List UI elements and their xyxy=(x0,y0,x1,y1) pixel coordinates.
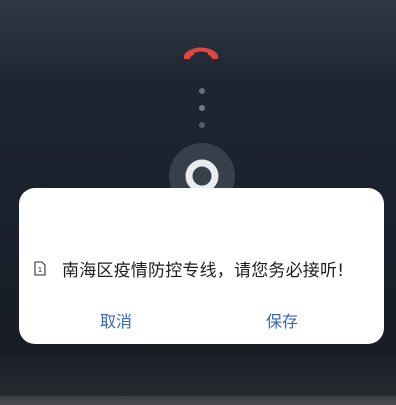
message-row: 1 南海区疫情防控专线，请您务必接听! xyxy=(34,256,344,281)
hang-up-phone-icon[interactable] xyxy=(181,44,221,64)
sim-number: 1 xyxy=(38,266,42,274)
alert-message: 南海区疫情防控专线，请您务必接听! xyxy=(62,261,345,281)
call-alert-dialog: 1 南海区疫情防控专线，请您务必接听! 取消 保存 xyxy=(19,188,384,344)
status-area-glow xyxy=(0,0,396,80)
swipe-hint-dot xyxy=(199,122,205,128)
sim-1-icon: 1 xyxy=(34,261,46,276)
swipe-hint-dot xyxy=(199,105,205,111)
cancel-button[interactable]: 取消 xyxy=(100,308,132,332)
save-button[interactable]: 保存 xyxy=(266,308,298,332)
bottom-panel-edge xyxy=(0,396,396,405)
swipe-hint-dot xyxy=(199,88,205,94)
